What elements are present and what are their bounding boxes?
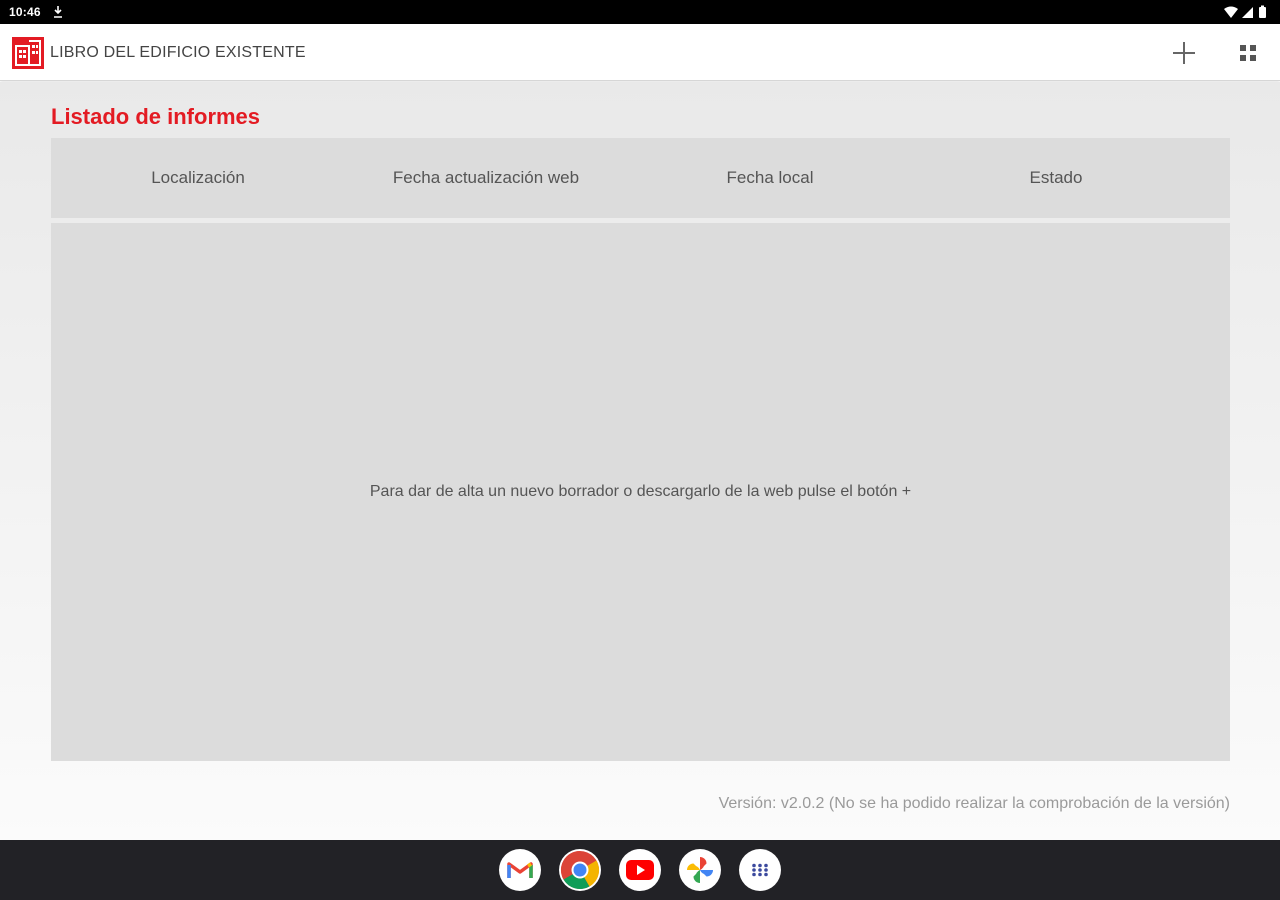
wifi-icon — [1224, 6, 1238, 18]
youtube-icon[interactable] — [619, 849, 661, 891]
signal-icon — [1242, 7, 1253, 18]
column-header-estado: Estado — [1029, 168, 1083, 187]
column-header-fecha-local: Fecha local — [726, 168, 814, 187]
add-report-button[interactable] — [1168, 37, 1200, 69]
page-title: Listado de informes — [51, 104, 261, 129]
reports-list: Para dar de alta un nuevo borrador o des… — [51, 223, 1230, 761]
add-icon — [1173, 42, 1195, 64]
empty-state-message: Para dar de alta un nuevo borrador o des… — [369, 483, 912, 500]
gmail-icon[interactable] — [499, 849, 541, 891]
status-bar: 10:46 — [0, 0, 1280, 24]
download-icon — [52, 5, 64, 19]
status-time: 10:46 — [9, 5, 41, 19]
app-launcher-icon[interactable] — [739, 849, 781, 891]
grid-view-icon — [1240, 45, 1256, 61]
app-logo-icon — [12, 37, 44, 69]
system-status-icons — [1222, 5, 1270, 19]
battery-icon — [1259, 5, 1266, 18]
version-text: Versión: v2.0.2 (No se ha podido realiza… — [718, 795, 1230, 812]
app-title: LIBRO DEL EDIFICIO EXISTENTE — [50, 44, 306, 61]
table-header: Localización Fecha actualización web Fec… — [51, 138, 1230, 218]
grid-view-button[interactable] — [1232, 37, 1264, 69]
column-header-fecha-web: Fecha actualización web — [392, 168, 580, 187]
photos-icon[interactable] — [679, 849, 721, 891]
column-header-localizacion: Localización — [151, 168, 245, 187]
app-bar: LIBRO DEL EDIFICIO EXISTENTE — [0, 24, 1280, 81]
chrome-icon[interactable] — [559, 849, 601, 891]
taskbar — [0, 840, 1280, 900]
main-content: Listado de informes Localización Fecha a… — [0, 82, 1280, 840]
